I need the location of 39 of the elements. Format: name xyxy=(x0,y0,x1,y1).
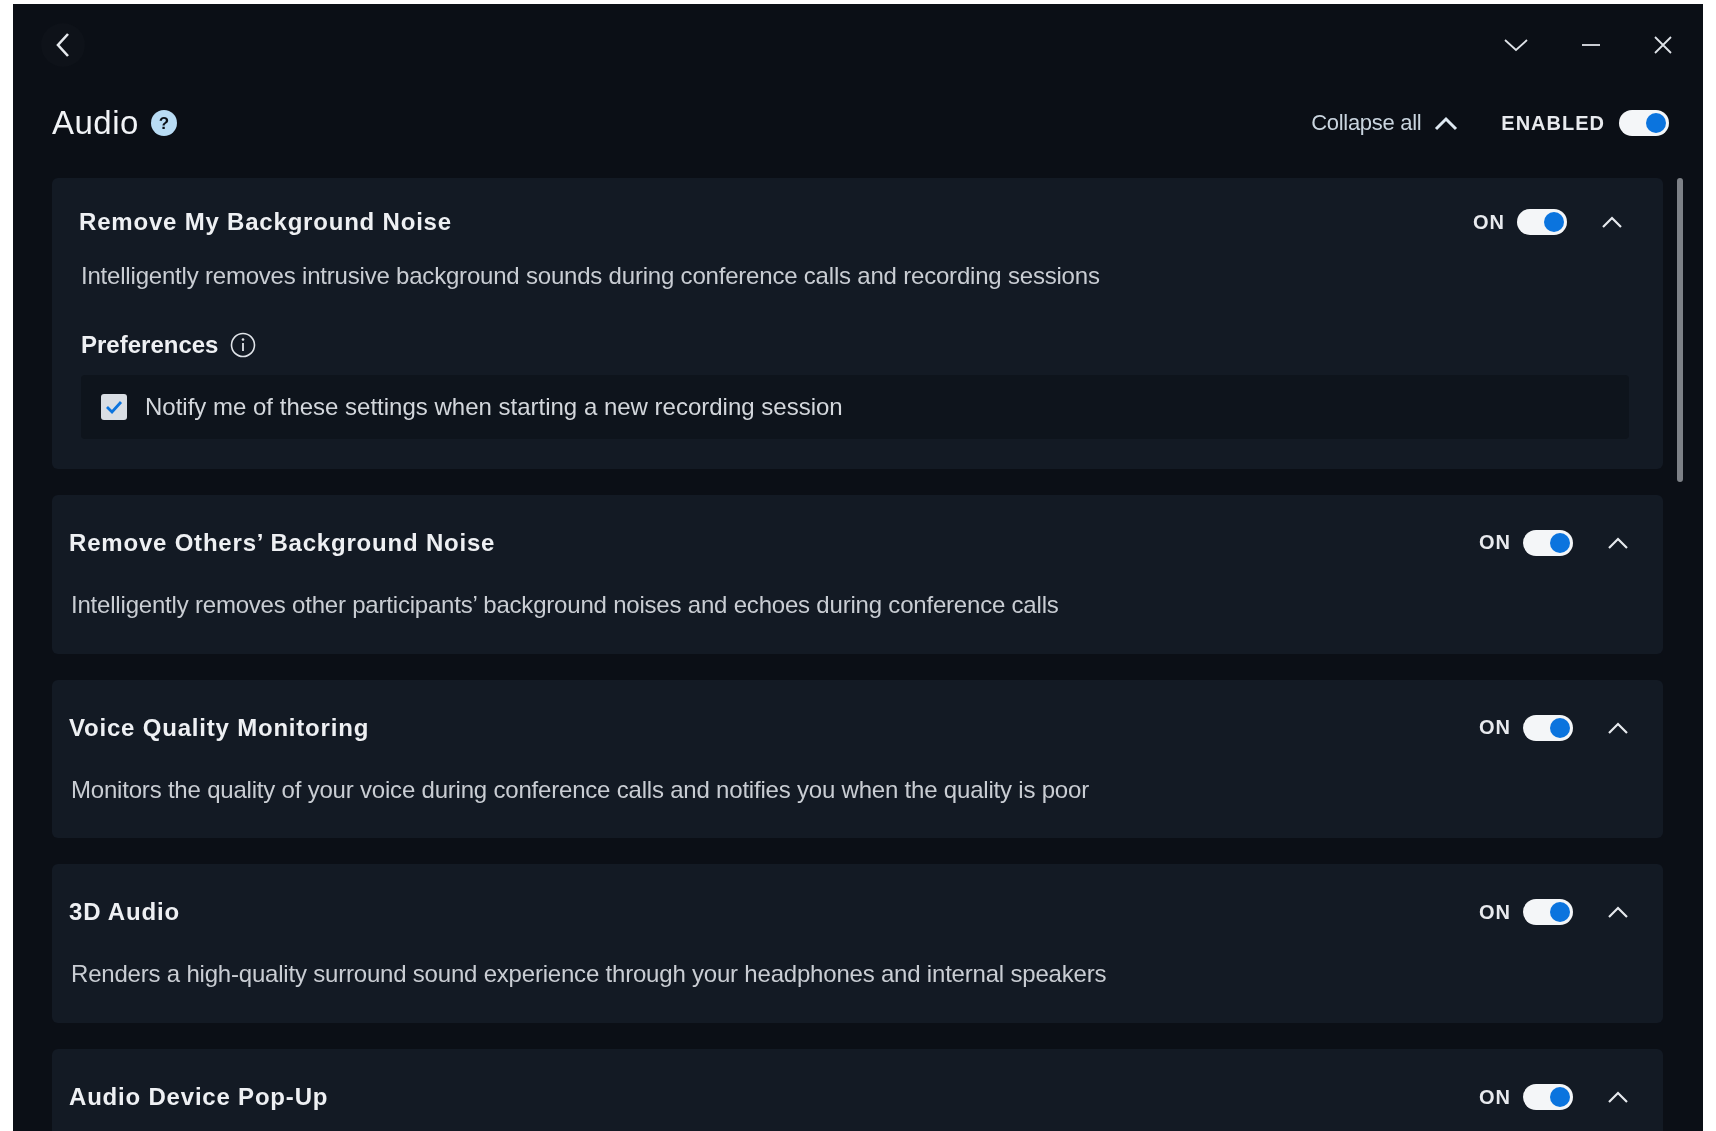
option-label: Notify me of these settings when starting a new recording session xyxy=(145,392,843,421)
toggle-switch[interactable] xyxy=(1523,899,1573,926)
section-description: Renders a high-quality surround sound experience through your headphones and internal speakers xyxy=(71,960,1108,990)
toggle-switch[interactable] xyxy=(1523,1084,1573,1111)
state-label: ON xyxy=(1479,531,1511,555)
state-label: ON xyxy=(1473,210,1505,234)
close-icon[interactable] xyxy=(1653,35,1673,55)
chevron-up-icon[interactable] xyxy=(1607,535,1629,550)
chevron-up-icon[interactable] xyxy=(1607,720,1629,735)
chevron-up-icon xyxy=(1433,115,1460,131)
section-description: Intelligently removes intrusive background sounds during conference calls and recording sessions xyxy=(81,262,1101,291)
toggle-switch[interactable] xyxy=(1523,714,1573,741)
toggle-switch[interactable] xyxy=(1619,110,1669,136)
state-label: ON xyxy=(1479,716,1511,740)
state-label: ON xyxy=(1479,900,1511,924)
scrollbar[interactable] xyxy=(1677,178,1683,482)
chevron-up-icon[interactable] xyxy=(1607,1090,1629,1105)
chevron-down-icon[interactable] xyxy=(1503,37,1529,53)
chevron-up-icon[interactable] xyxy=(1607,905,1629,920)
page-title: Audio xyxy=(52,104,139,142)
chevron-up-icon[interactable] xyxy=(1601,215,1623,229)
toggle-switch[interactable] xyxy=(1523,529,1573,556)
toggle-switch[interactable] xyxy=(1517,209,1567,235)
checkbox[interactable] xyxy=(101,393,127,420)
section-title: Audio Device Pop-Up xyxy=(69,1083,329,1112)
section-title: 3D Audio xyxy=(69,898,180,927)
chevron-left-icon xyxy=(55,32,71,58)
section-title: Remove Others’ Background Noise xyxy=(69,528,496,557)
section-description: Intelligently removes other participants’ background noises and echoes during conference calls xyxy=(71,590,1060,620)
section-title: Voice Quality Monitoring xyxy=(69,713,370,742)
preferences-title: Preferences xyxy=(81,330,219,359)
enabled-label: ENABLED xyxy=(1501,111,1605,135)
collapse-all-button[interactable]: Collapse all xyxy=(1311,110,1460,136)
checkmark-icon xyxy=(105,399,123,414)
section-description: Monitors the quality of your voice during conference calls and notifies you when the quality is poor xyxy=(71,775,1090,805)
state-label: ON xyxy=(1479,1085,1511,1109)
help-icon[interactable]: ? xyxy=(150,110,177,136)
info-icon[interactable] xyxy=(230,331,257,358)
section-title: Remove My Background Noise xyxy=(79,208,452,236)
